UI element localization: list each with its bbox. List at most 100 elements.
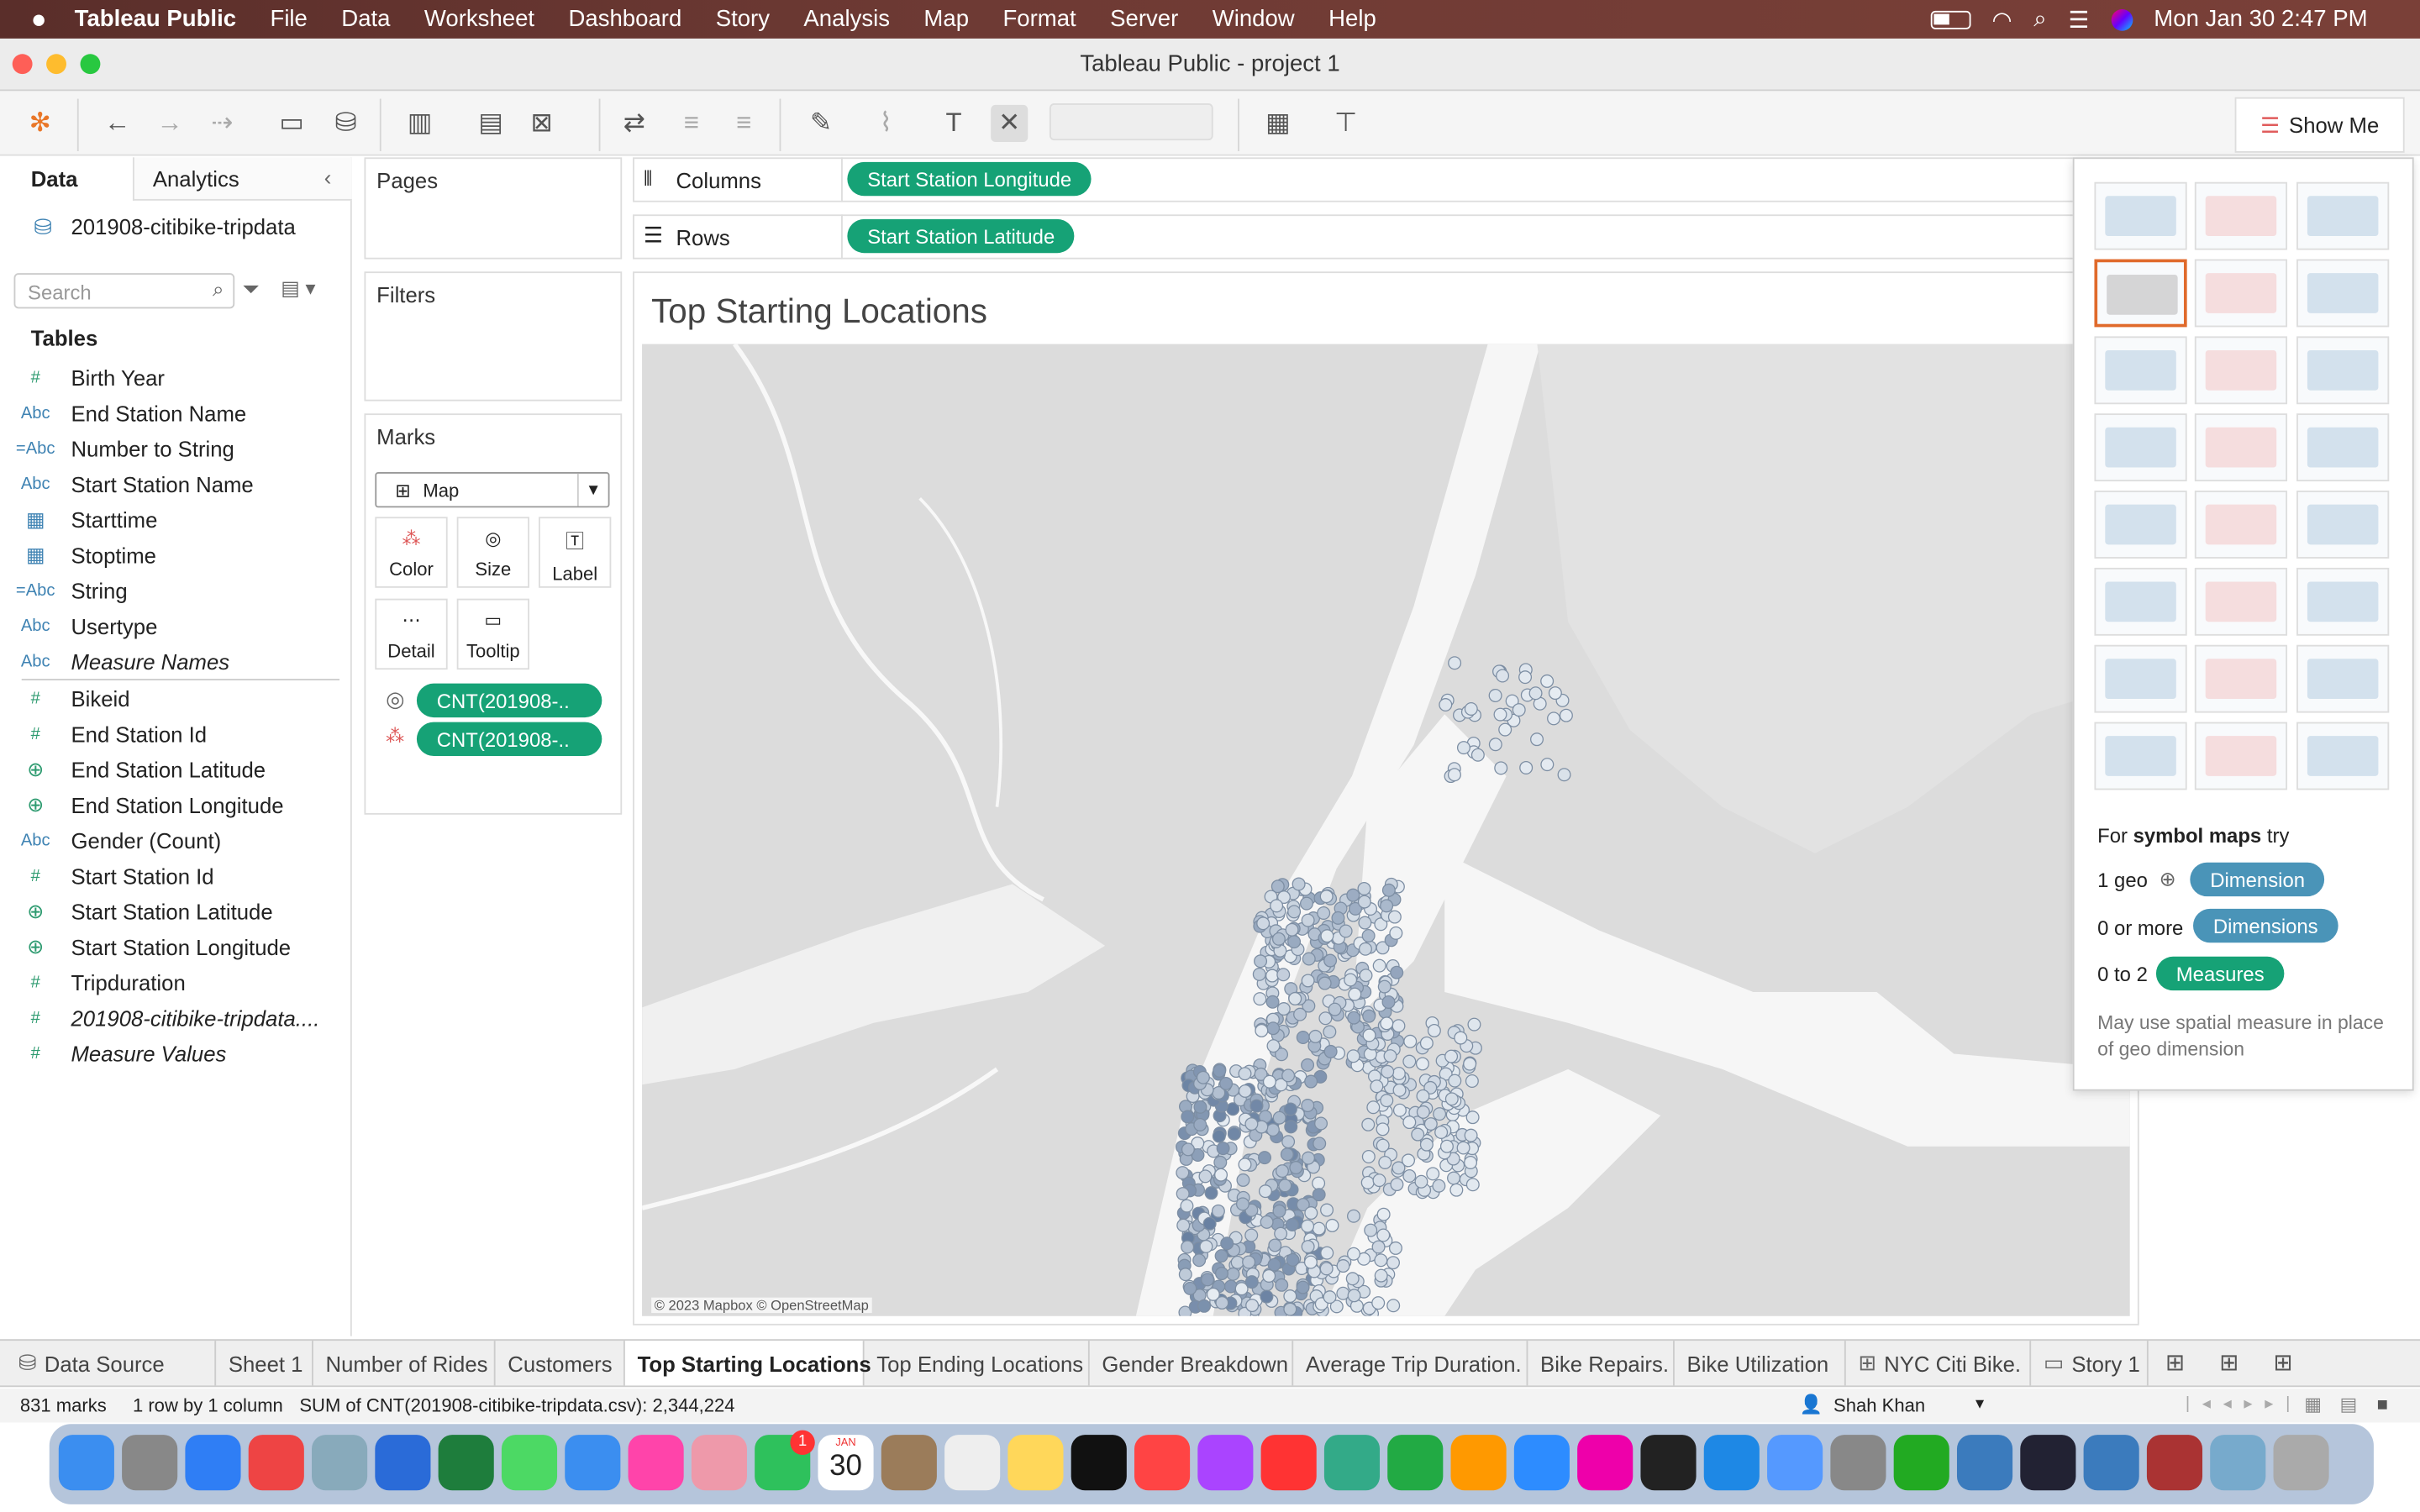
tv-icon[interactable] — [1071, 1435, 1127, 1491]
station-mark[interactable] — [1390, 965, 1404, 979]
field-item[interactable]: ▦ Starttime — [0, 501, 343, 537]
xcode-icon[interactable] — [1767, 1435, 1823, 1491]
station-mark[interactable] — [1301, 913, 1315, 927]
new-dashboard-tab-icon[interactable]: ⊞ — [2219, 1348, 2238, 1376]
sheet-nav-icons[interactable]: |◂◂▸▸| — [2186, 1394, 2302, 1413]
station-mark[interactable] — [1245, 1299, 1260, 1313]
station-mark[interactable] — [1366, 1100, 1381, 1115]
station-mark[interactable] — [1380, 899, 1394, 913]
station-mark[interactable] — [1244, 1228, 1259, 1242]
station-mark[interactable] — [1289, 1161, 1303, 1175]
photos-icon[interactable] — [691, 1435, 747, 1491]
station-mark[interactable] — [1357, 881, 1371, 895]
station-mark[interactable] — [1302, 1151, 1315, 1165]
station-mark[interactable] — [1192, 1253, 1207, 1268]
control-center-icon[interactable]: ☰ — [2068, 5, 2089, 33]
station-mark[interactable] — [1414, 1174, 1428, 1189]
station-mark[interactable] — [1287, 935, 1302, 949]
tab-analytics[interactable]: Analytics — [153, 166, 239, 191]
dictionary-icon[interactable] — [2146, 1435, 2203, 1491]
redo-icon[interactable]: → — [151, 105, 188, 142]
station-mark[interactable] — [1447, 768, 1461, 782]
station-mark[interactable] — [1258, 1151, 1272, 1165]
station-mark[interactable] — [1519, 760, 1534, 774]
station-mark[interactable] — [1416, 1105, 1430, 1119]
station-mark[interactable] — [1389, 926, 1403, 940]
station-mark[interactable] — [1268, 1238, 1282, 1252]
station-mark[interactable] — [1301, 1099, 1315, 1113]
filters-shelf[interactable]: Filters — [364, 271, 623, 402]
presentation-mode-icon[interactable]: ⊤ — [1328, 105, 1365, 142]
search-input[interactable]: Search ⌕ — [13, 273, 235, 309]
station-mark[interactable] — [1312, 1188, 1326, 1202]
station-mark[interactable] — [1214, 1249, 1228, 1263]
station-mark[interactable] — [1467, 1017, 1481, 1032]
field-item[interactable]: # Bikeid — [0, 680, 343, 716]
station-mark[interactable] — [1260, 1289, 1274, 1304]
tableau-icon[interactable] — [312, 1435, 368, 1491]
show-hide-cards-icon[interactable]: ▦ — [1260, 105, 1297, 142]
new-datasource-icon[interactable]: ⛁ — [327, 105, 364, 142]
wifi-icon[interactable]: ◠ — [1992, 5, 2012, 33]
station-mark[interactable] — [1518, 670, 1533, 685]
field-item[interactable]: ▦ Stoptime — [0, 537, 343, 572]
dual-combination-icon[interactable] — [2296, 567, 2390, 636]
station-mark[interactable] — [1312, 1176, 1326, 1190]
keynote-icon[interactable] — [1323, 1435, 1381, 1491]
station-mark[interactable] — [1230, 1255, 1244, 1269]
station-mark[interactable] — [1292, 877, 1306, 891]
sheet-tab[interactable]: Sheet 1 — [216, 1341, 313, 1386]
gantt-chart-icon[interactable] — [2094, 722, 2187, 790]
app-store-icon[interactable] — [1703, 1435, 1760, 1491]
field-item[interactable]: #201908-citibike-tripdata.... — [0, 1000, 343, 1035]
station-mark[interactable] — [1212, 1129, 1226, 1143]
horizontal-bars-icon[interactable] — [2094, 336, 2187, 405]
field-item[interactable]: Abc Start Station Name — [0, 466, 343, 501]
fix-axes-icon[interactable]: ✕ — [991, 104, 1028, 142]
detail-button[interactable]: ⋯ Detail — [375, 598, 448, 670]
station-mark[interactable] — [1444, 1049, 1459, 1063]
chrome-icon[interactable] — [248, 1435, 304, 1491]
station-mark[interactable] — [1323, 953, 1338, 968]
station-mark[interactable] — [1331, 911, 1345, 925]
station-mark[interactable] — [1258, 1184, 1272, 1199]
station-mark[interactable] — [1176, 1218, 1191, 1232]
station-mark[interactable] — [1328, 1002, 1342, 1016]
station-mark[interactable] — [1464, 1155, 1478, 1169]
station-mark[interactable] — [1213, 1155, 1228, 1169]
station-mark[interactable] — [1181, 1240, 1195, 1254]
color-pill[interactable]: CNT(201908-.. — [416, 722, 602, 757]
station-mark[interactable] — [1528, 686, 1543, 701]
menu-story[interactable]: Story — [716, 6, 770, 32]
station-mark[interactable] — [1288, 991, 1302, 1005]
station-mark[interactable] — [1465, 1110, 1480, 1125]
station-mark[interactable] — [1403, 1034, 1418, 1048]
rows-pill[interactable]: Start Station Latitude — [847, 218, 1076, 254]
station-mark[interactable] — [1281, 1135, 1296, 1149]
station-mark[interactable] — [1274, 1226, 1288, 1241]
station-mark[interactable] — [1219, 1076, 1234, 1090]
map-canvas[interactable] — [642, 344, 2130, 1316]
menu-server[interactable]: Server — [1110, 6, 1178, 32]
station-mark[interactable] — [1376, 1207, 1391, 1221]
station-mark[interactable] — [1201, 1273, 1215, 1287]
station-mark[interactable] — [1193, 1100, 1207, 1114]
station-mark[interactable] — [1346, 888, 1360, 902]
field-item[interactable]: ⊕ End Station Latitude — [0, 751, 343, 786]
pie-chart-icon[interactable] — [2296, 259, 2390, 328]
news-icon[interactable] — [1260, 1435, 1317, 1491]
area-discrete-icon[interactable] — [2194, 567, 2288, 636]
station-mark[interactable] — [1427, 1023, 1441, 1037]
station-mark[interactable] — [1181, 1142, 1195, 1157]
new-story-tab-icon[interactable]: ⊞ — [2274, 1348, 2293, 1376]
collapse-pane-icon[interactable]: ‹ — [324, 165, 332, 190]
station-mark[interactable] — [1434, 1125, 1449, 1139]
station-mark[interactable] — [1439, 698, 1453, 712]
station-mark[interactable] — [1419, 1036, 1434, 1050]
station-mark[interactable] — [1325, 1218, 1339, 1232]
station-mark[interactable] — [1465, 1178, 1480, 1192]
group-icon[interactable]: ⌇ — [867, 105, 904, 142]
dual-lines-icon[interactable] — [2296, 491, 2390, 559]
spotlight-icon[interactable]: ⌕ — [2033, 6, 2046, 32]
station-mark[interactable] — [1423, 1117, 1438, 1131]
